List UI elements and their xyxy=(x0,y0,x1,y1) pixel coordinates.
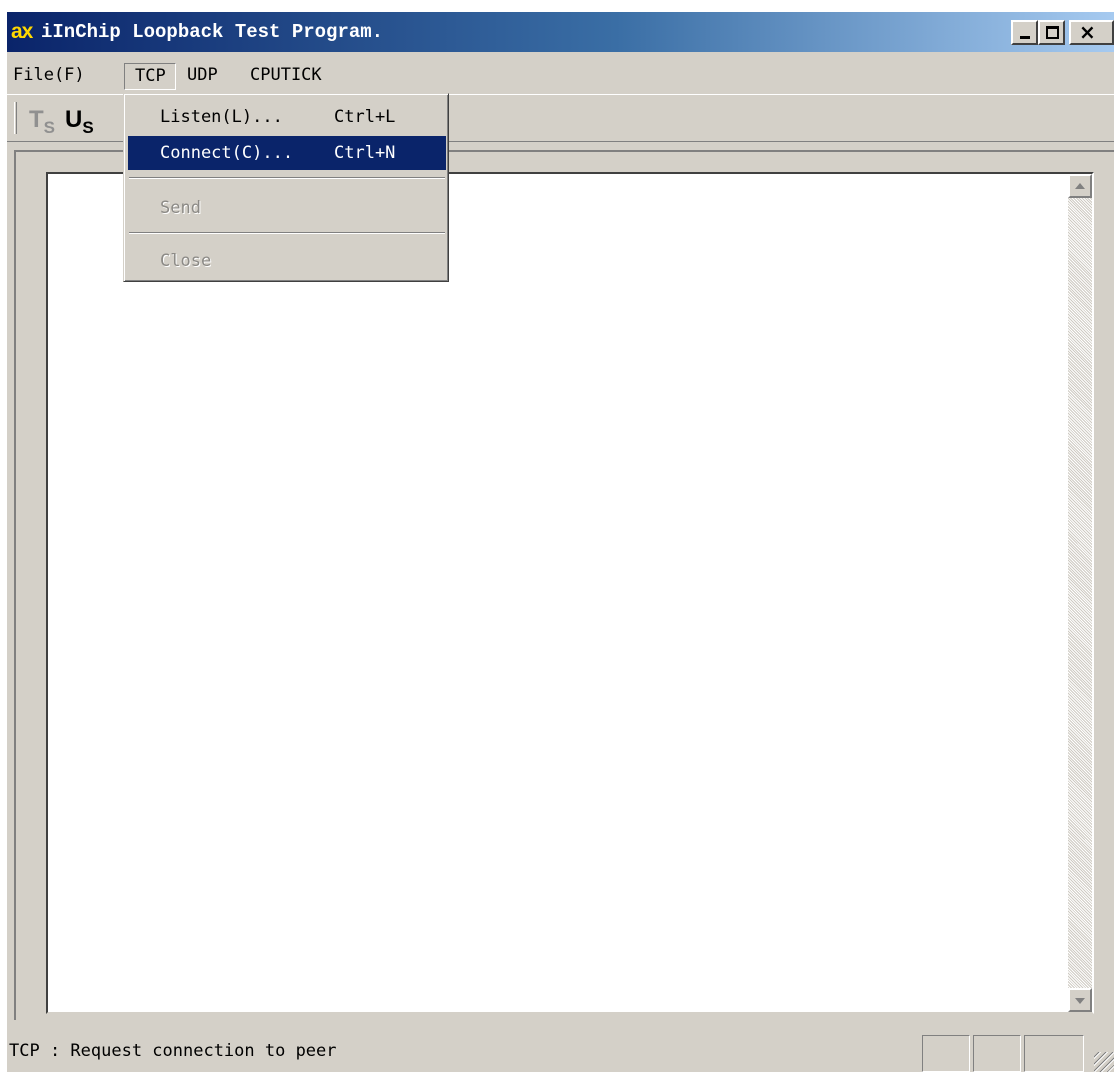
arrow-up-icon xyxy=(1075,183,1085,189)
status-text: TCP : Request connection to peer xyxy=(9,1041,337,1061)
menu-bar: File(F) TCP UDP CPUTICK xyxy=(7,60,1114,90)
menu-item-listen[interactable]: Listen(L)... Ctrl+L xyxy=(128,100,446,134)
menu-item-shortcut: Ctrl+N xyxy=(334,143,396,163)
menu-tcp[interactable]: TCP xyxy=(124,63,176,90)
udp-send-icon: US xyxy=(65,106,94,137)
minimize-button[interactable] xyxy=(1011,20,1038,45)
minimize-icon xyxy=(1020,36,1030,39)
tcp-send-button[interactable]: TS xyxy=(29,105,63,137)
menu-file[interactable]: File(F) xyxy=(13,63,85,90)
close-window-button[interactable]: × xyxy=(1069,20,1114,45)
tcp-send-icon: TS xyxy=(29,106,56,137)
udp-send-button[interactable]: US xyxy=(65,105,99,137)
menu-item-label: Send xyxy=(160,198,201,218)
app-logo-icon: ax xyxy=(11,20,33,43)
menu-separator xyxy=(129,177,445,179)
status-panel xyxy=(922,1035,970,1072)
maximize-icon xyxy=(1046,26,1059,39)
title-bar[interactable]: ax iInChip Loopback Test Program. × xyxy=(7,12,1114,52)
menu-udp[interactable]: UDP xyxy=(187,63,218,90)
scroll-down-button[interactable] xyxy=(1068,988,1092,1012)
maximize-button[interactable] xyxy=(1038,20,1065,45)
toolbar-grip[interactable] xyxy=(14,102,17,134)
scroll-up-button[interactable] xyxy=(1068,174,1092,198)
status-panel xyxy=(1024,1035,1084,1072)
arrow-down-icon xyxy=(1075,998,1085,1004)
window-title: iInChip Loopback Test Program. xyxy=(41,21,384,43)
menu-item-label: Connect(C)... xyxy=(160,143,294,163)
menu-item-label: Close xyxy=(160,251,212,271)
vertical-scrollbar[interactable] xyxy=(1068,174,1092,1012)
menu-separator xyxy=(129,232,445,234)
resize-grip-icon[interactable] xyxy=(1094,1052,1114,1072)
menu-item-send[interactable]: Send xyxy=(128,191,446,225)
status-bar: TCP : Request connection to peer xyxy=(7,1030,1114,1072)
tcp-dropdown-menu: Listen(L)... Ctrl+L Connect(C)... Ctrl+N… xyxy=(123,93,449,282)
status-panel xyxy=(973,1035,1021,1072)
menu-item-shortcut: Ctrl+L xyxy=(334,107,396,127)
menu-item-close[interactable]: Close xyxy=(128,244,446,278)
menu-cputick[interactable]: CPUTICK xyxy=(250,63,322,90)
menu-item-label: Listen(L)... xyxy=(160,107,283,127)
close-icon: × xyxy=(1079,20,1096,44)
log-output-textarea[interactable] xyxy=(46,172,1094,1014)
menu-item-connect[interactable]: Connect(C)... Ctrl+N xyxy=(128,136,446,170)
